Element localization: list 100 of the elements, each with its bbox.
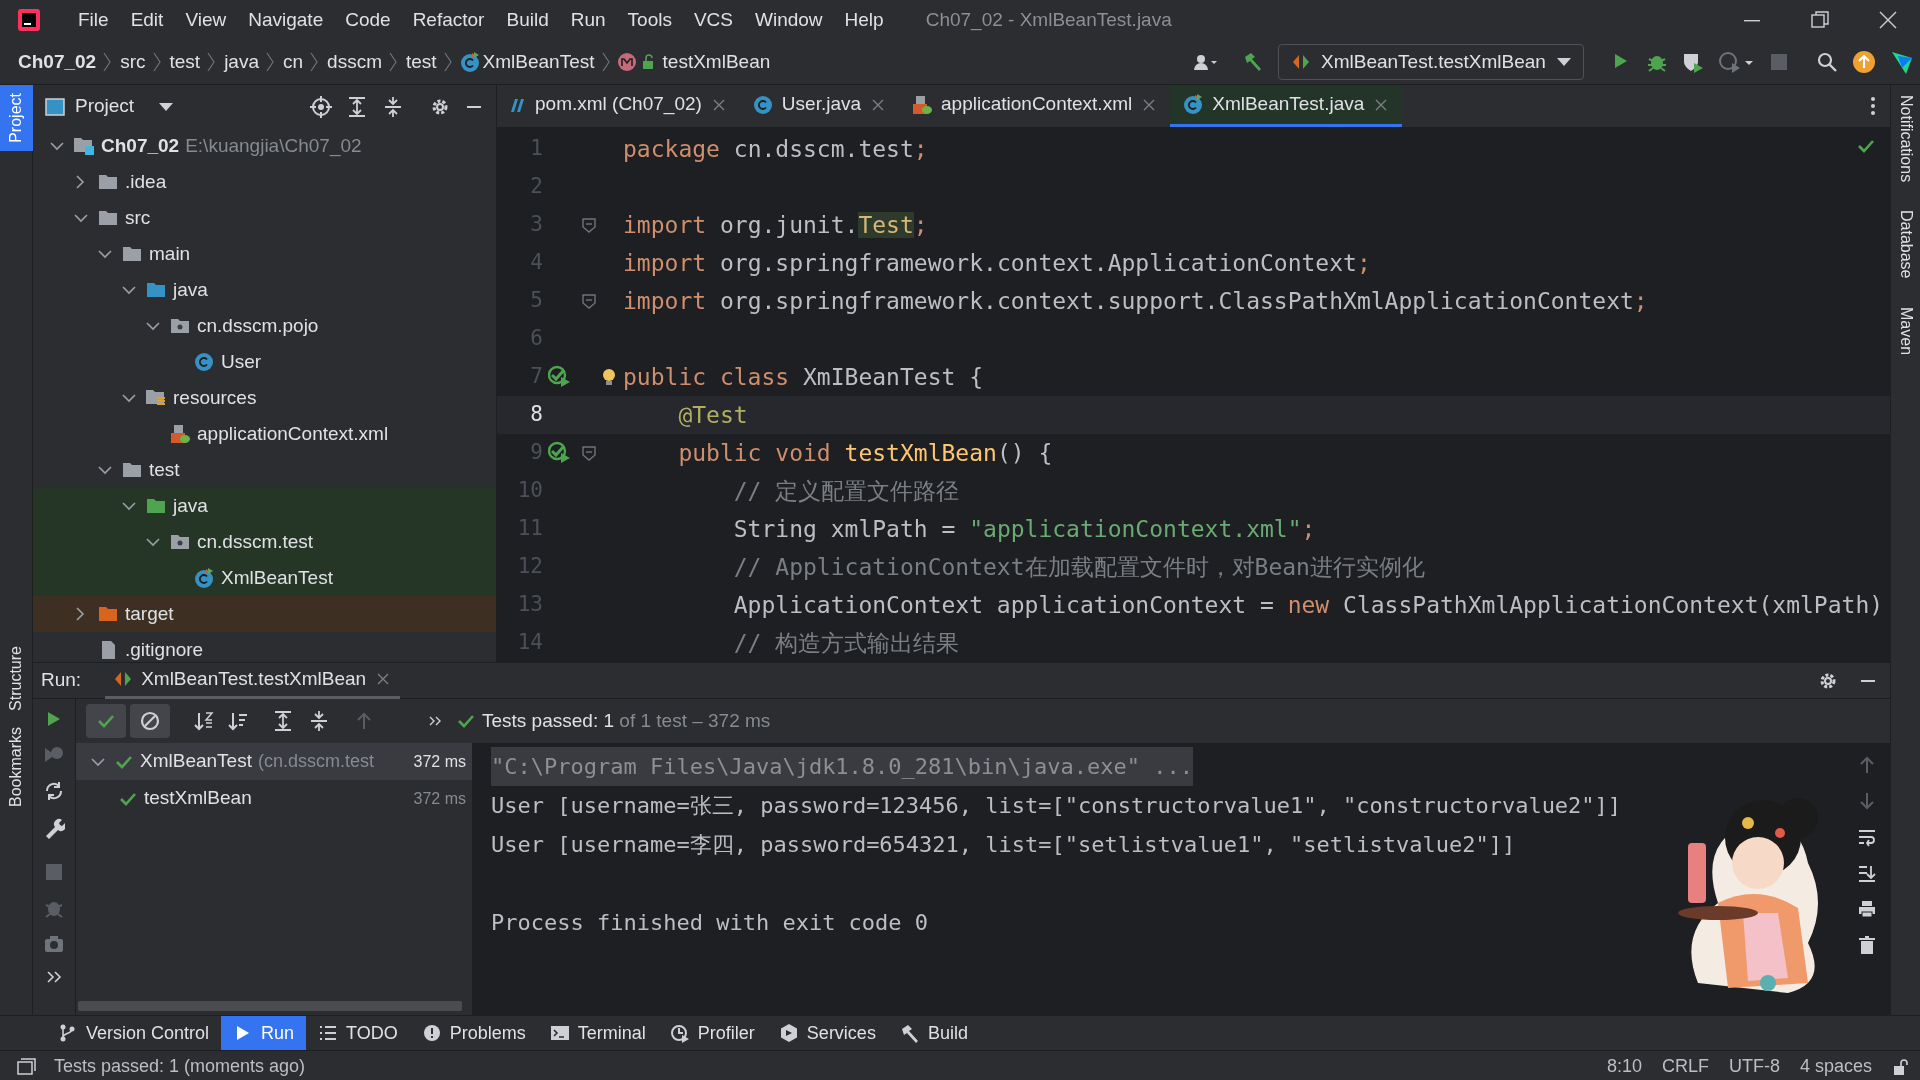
dropdown-icon[interactable] [158, 101, 175, 112]
camera-icon[interactable] [43, 933, 65, 955]
menu-item[interactable]: Run [570, 5, 606, 35]
run-configuration-dropdown[interactable]: XmlBeanTest.testXmlBean [1278, 44, 1584, 80]
tool-window-tab[interactable]: Profiler [657, 1015, 767, 1051]
status-item[interactable]: CRLF [1661, 1053, 1709, 1080]
tool-window-tab[interactable]: Build [887, 1015, 980, 1051]
breadcrumb-item[interactable]: java [224, 47, 259, 77]
trash-icon[interactable] [1856, 935, 1877, 955]
menu-item[interactable]: File [78, 5, 109, 35]
menu-item[interactable]: View [185, 5, 227, 35]
panel-title[interactable]: Project [75, 92, 135, 121]
test-session-tab[interactable]: XmlBeanTest.testXmlBean [105, 662, 401, 699]
more-icon[interactable] [46, 969, 62, 985]
tool-window-tab[interactable]: TODO [306, 1015, 410, 1051]
tool-window-tab[interactable]: Terminal [537, 1015, 658, 1051]
tool-window-button[interactable]: Notifications [1893, 95, 1918, 183]
tool-window-button[interactable]: Structure [0, 638, 33, 719]
run-test-icon[interactable] [548, 365, 572, 389]
menu-item[interactable]: Build [506, 5, 549, 35]
tool-window-button[interactable]: Bookmarks [0, 718, 33, 815]
tree-item[interactable]: java [173, 275, 208, 305]
tool-window-button[interactable]: Project [0, 85, 33, 151]
tool-window-button[interactable]: Database [1893, 210, 1918, 279]
menu-item[interactable]: Tools [627, 5, 672, 35]
profile-icon[interactable] [1718, 50, 1754, 74]
breadcrumb-item[interactable]: dsscm [327, 47, 382, 77]
hammer-icon[interactable] [1242, 51, 1264, 73]
tree-item[interactable]: XmlBeanTest [221, 563, 333, 593]
test-item[interactable]: XmlBeanTest [140, 747, 252, 776]
tree-item[interactable]: test [149, 455, 180, 485]
editor-tab[interactable]: User.java [739, 85, 900, 127]
sort-duration-icon[interactable] [228, 711, 248, 731]
scroll-to-end-icon[interactable] [1856, 863, 1877, 883]
coverage-icon[interactable] [1682, 51, 1704, 73]
tree-item[interactable]: target [125, 599, 174, 629]
search-icon[interactable] [1816, 51, 1838, 73]
tree-item[interactable]: main [149, 239, 191, 269]
breadcrumb-item[interactable]: cn [283, 47, 304, 77]
test-duration: 372 ms [413, 788, 466, 809]
update-icon[interactable] [1852, 50, 1876, 74]
tree-item[interactable]: resources [173, 383, 257, 413]
status-item[interactable]: UTF-8 [1728, 1053, 1780, 1080]
tree-item[interactable]: java [173, 491, 208, 521]
tool-window-button[interactable]: Maven [1893, 306, 1918, 355]
menu-item[interactable]: Help [844, 5, 884, 35]
scrollbar[interactable] [78, 1001, 462, 1011]
tree-item[interactable]: Ch07_02 [101, 131, 180, 161]
fold-icon[interactable] [581, 292, 597, 310]
editor-tab[interactable]: pom.xml (Ch07_02) [497, 85, 740, 127]
tool-window-tab[interactable]: Problems [409, 1015, 538, 1051]
user-icon[interactable] [1192, 52, 1218, 72]
editor-tab[interactable]: applicationContext.xml [899, 85, 1171, 127]
tool-window-tab[interactable]: Run [221, 1015, 307, 1051]
expand-all-icon[interactable] [346, 95, 368, 118]
collapse-all-icon[interactable] [308, 710, 330, 732]
fold-icon[interactable] [581, 216, 597, 234]
run-test-icon[interactable] [548, 441, 572, 465]
status-item[interactable]: 4 spaces [1799, 1053, 1872, 1080]
menu-item[interactable]: Edit [130, 5, 164, 35]
fold-icon[interactable] [581, 444, 597, 462]
menu-item[interactable]: VCS [693, 5, 733, 35]
collapse-all-icon[interactable] [382, 95, 404, 118]
menu-item[interactable]: Code [345, 5, 391, 35]
soft-wrap-icon[interactable] [1856, 827, 1877, 847]
tool-window-tab[interactable]: Version Control [46, 1015, 222, 1051]
breadcrumb-item[interactable]: test [169, 47, 201, 77]
close-icon[interactable] [1878, 10, 1898, 30]
lightbulb-icon[interactable] [602, 368, 616, 386]
tree-item[interactable]: User [221, 347, 262, 377]
status-item[interactable]: 8:10 [1606, 1053, 1642, 1080]
sort-alpha-icon[interactable] [194, 711, 214, 731]
locate-icon[interactable] [310, 95, 332, 118]
menu-item[interactable]: Refactor [412, 5, 485, 35]
toggle-auto-test-icon[interactable] [43, 781, 65, 803]
breadcrumb-item[interactable]: testXmlBean [662, 47, 771, 77]
test-item[interactable]: testXmlBean [144, 784, 252, 813]
show-ignored-icon[interactable] [130, 704, 170, 738]
tree-item[interactable]: .gitignore [125, 635, 204, 665]
tree-item[interactable]: applicationContext.xml [197, 419, 389, 449]
panel-toggle-icon[interactable] [16, 1057, 36, 1076]
print-icon[interactable] [1856, 899, 1877, 919]
show-passed-icon[interactable] [86, 704, 126, 738]
menu-item[interactable]: Navigate [248, 5, 324, 35]
breadcrumb-item[interactable]: src [120, 47, 146, 77]
tree-item[interactable]: cn.dsscm.pojo [197, 311, 319, 341]
caret-icon[interactable] [1555, 57, 1572, 67]
tool-window-tab[interactable]: Services [766, 1015, 888, 1051]
restore-icon[interactable] [1810, 10, 1830, 30]
lock-icon[interactable] [1892, 1057, 1910, 1076]
tree-item[interactable]: src [125, 203, 151, 233]
menu-item[interactable]: Window [755, 5, 823, 35]
breadcrumb-item[interactable]: test [405, 47, 437, 77]
breadcrumb-item[interactable]: XmlBeanTest [482, 47, 595, 77]
more-icon[interactable] [428, 714, 442, 728]
expand-all-icon[interactable] [272, 710, 294, 732]
tree-item[interactable]: cn.dsscm.test [197, 527, 314, 557]
tree-item[interactable]: .idea [125, 167, 167, 197]
editor-tab[interactable]: XmlBeanTest.java [1170, 85, 1403, 127]
breadcrumb-item[interactable]: Ch07_02 [18, 47, 97, 77]
